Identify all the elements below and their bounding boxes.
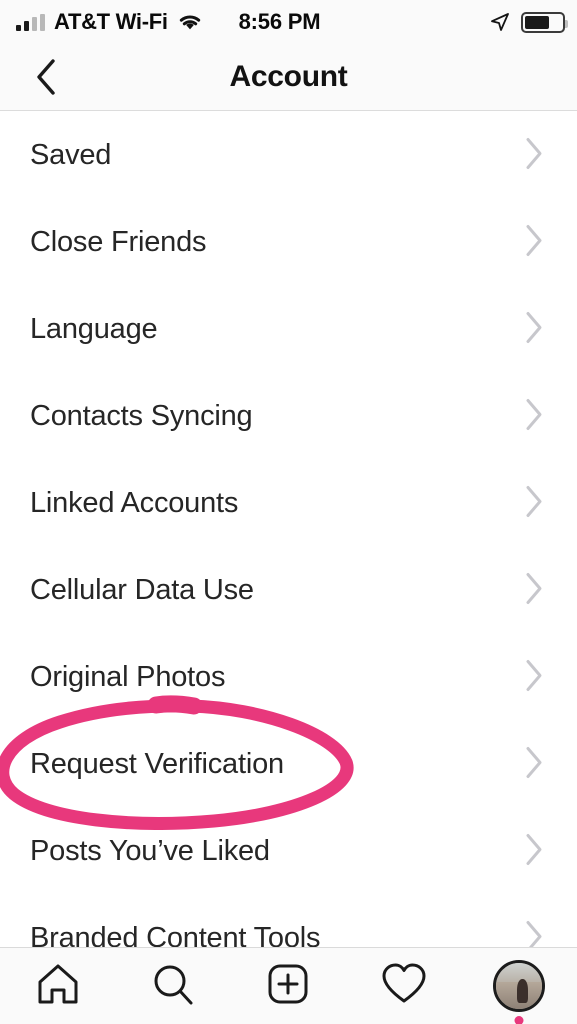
tab-search[interactable] (123, 948, 223, 1024)
list-item-language[interactable]: Language (0, 286, 577, 373)
list-item-label: Language (30, 313, 158, 345)
list-item-saved[interactable]: Saved (0, 112, 577, 199)
home-icon (34, 960, 82, 1013)
list-item-label: Branded Content Tools (30, 922, 321, 947)
chevron-right-icon (524, 571, 544, 610)
location-arrow-icon (490, 12, 510, 32)
list-item-label: Linked Accounts (30, 487, 239, 519)
list-item-label: Contacts Syncing (30, 400, 253, 432)
list-item-label: Original Photos (30, 661, 226, 693)
chevron-right-icon (524, 484, 544, 523)
tab-create[interactable] (238, 948, 338, 1024)
status-bar-right (490, 0, 568, 44)
list-item-close-friends[interactable]: Close Friends (0, 199, 577, 286)
battery-icon (521, 11, 568, 33)
list-item-label: Close Friends (30, 226, 207, 258)
avatar (491, 958, 547, 1024)
list-item-request-verification[interactable]: Request Verification (0, 721, 577, 808)
status-bar: AT&T Wi-Fi 8:56 PM (0, 0, 577, 44)
bottom-tab-bar[interactable] (0, 947, 577, 1024)
list-item-label: Posts You’ve Liked (30, 835, 270, 867)
tab-activity[interactable] (354, 948, 454, 1024)
instagram-account-settings-screen: AT&T Wi-Fi 8:56 PM Account Saved Close F… (0, 0, 577, 1024)
profile-badge-dot (514, 1016, 524, 1024)
avatar-image (493, 960, 546, 1012)
clock-label: 8:56 PM (238, 9, 321, 34)
list-item-label: Request Verification (30, 748, 284, 780)
list-item-branded-content-tools[interactable]: Branded Content Tools (0, 895, 577, 947)
list-item-contacts-syncing[interactable]: Contacts Syncing (0, 373, 577, 460)
heart-icon (380, 960, 428, 1013)
settings-list[interactable]: Saved Close Friends Language Contacts Sy… (0, 112, 577, 947)
list-item-linked-accounts[interactable]: Linked Accounts (0, 460, 577, 547)
chevron-right-icon (524, 745, 544, 784)
chevron-right-icon (524, 310, 544, 349)
chevron-right-icon (524, 397, 544, 436)
plus-square-icon (264, 960, 312, 1013)
navigation-header: Account (0, 44, 577, 111)
page-title: Account (229, 60, 348, 93)
list-item-posts-youve-liked[interactable]: Posts You’ve Liked (0, 808, 577, 895)
chevron-right-icon (524, 223, 544, 262)
list-item-original-photos[interactable]: Original Photos (0, 634, 577, 721)
chevron-right-icon (524, 919, 544, 947)
chevron-right-icon (524, 832, 544, 871)
chevron-right-icon (524, 658, 544, 697)
tab-profile[interactable] (469, 948, 569, 1024)
chevron-right-icon (524, 136, 544, 175)
list-item-cellular-data-use[interactable]: Cellular Data Use (0, 547, 577, 634)
search-icon (149, 960, 197, 1013)
list-item-label: Saved (30, 139, 112, 171)
list-item-label: Cellular Data Use (30, 574, 254, 606)
tab-home[interactable] (8, 948, 108, 1024)
